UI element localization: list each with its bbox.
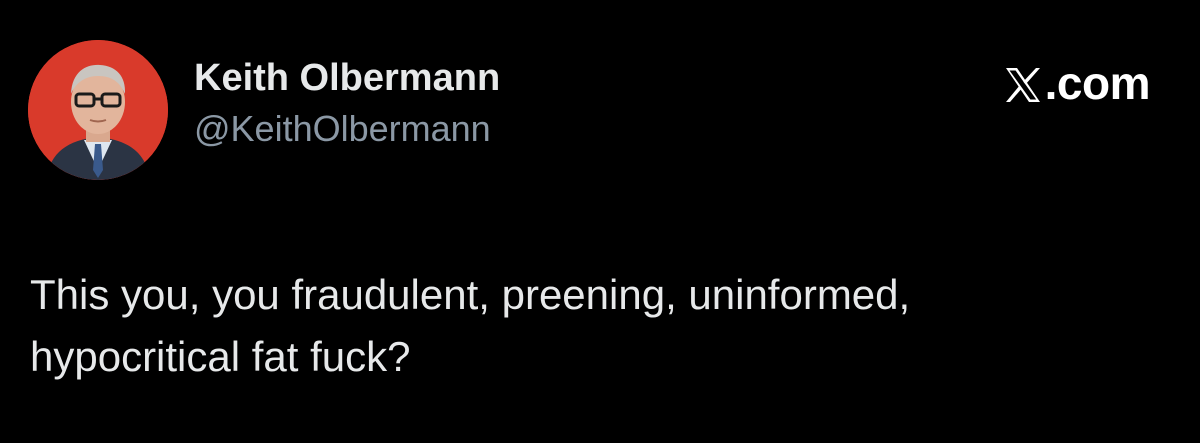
author-display-name[interactable]: Keith Olbermann [194,56,500,100]
tweet-text-line: hypocritical fat fuck? [30,333,411,380]
author-handle[interactable]: @KeithOlbermann [194,108,500,150]
source-label: .com [1044,57,1151,109]
source-logo: .com [1003,57,1151,109]
x-logo-icon [1005,68,1040,102]
profile-photo-icon [28,40,168,180]
author-identity: Keith Olbermann @KeithOlbermann [194,56,500,150]
tweet-text-line: This you, you fraudulent, preening, unin… [30,271,911,318]
tweet-header: Keith Olbermann @KeithOlbermann .com [28,40,1172,180]
tweet-text: This you, you fraudulent, preening, unin… [30,264,1180,388]
tweet-card: Keith Olbermann @KeithOlbermann .com Thi… [0,0,1200,443]
author-avatar[interactable] [28,40,168,180]
